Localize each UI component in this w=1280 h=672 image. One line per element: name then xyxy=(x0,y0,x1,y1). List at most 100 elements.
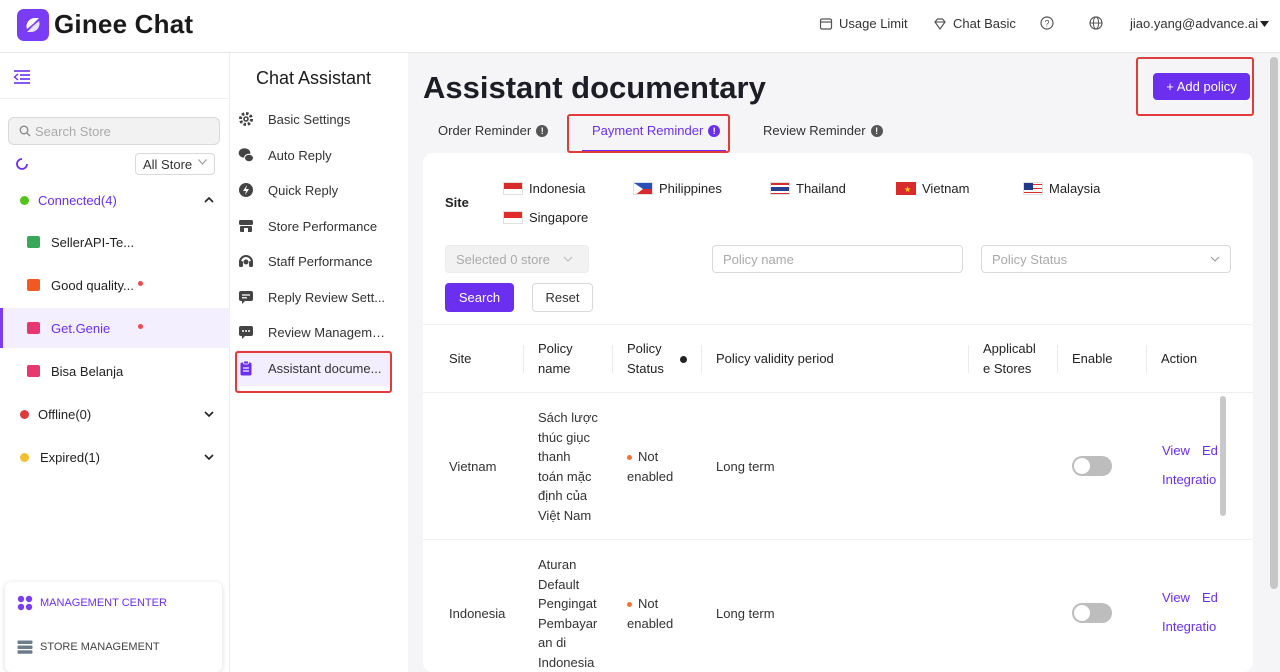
plan-link[interactable]: Chat Basic xyxy=(933,16,1016,31)
expired-status-dot xyxy=(20,452,29,462)
policy-name-line: Pengingat xyxy=(538,596,597,612)
user-menu[interactable]: jiao.yang@advance.ai xyxy=(1130,16,1270,31)
group-connected[interactable]: Connected(4) xyxy=(0,185,230,215)
menu-item-assistant-documentary[interactable]: Assistant docume... xyxy=(236,350,391,386)
edit-link[interactable]: Ed xyxy=(1202,590,1218,605)
menu-item-quick-reply[interactable]: Quick Reply xyxy=(236,172,391,208)
usage-limit-link[interactable]: Usage Limit xyxy=(819,16,908,31)
search-store-input[interactable]: Search Store xyxy=(8,117,220,145)
policy-name-line: định của xyxy=(538,488,588,504)
chat-bubbles-icon xyxy=(238,148,254,163)
header-line: Policy xyxy=(627,341,662,356)
site-filter-label: Site xyxy=(445,195,469,210)
unread-dot xyxy=(138,324,143,329)
table-scrollbar[interactable] xyxy=(1220,396,1226,516)
store-stack-icon xyxy=(17,640,33,654)
main-content: Assistant documentary + Add policy Order… xyxy=(408,53,1280,672)
store-item-active[interactable]: Get.Genie xyxy=(0,308,230,348)
site-option-singapore[interactable]: Singapore xyxy=(503,210,588,225)
page-title: Assistant documentary xyxy=(423,70,766,105)
menu-item-label: Store Performance xyxy=(268,218,378,234)
add-policy-button[interactable]: + Add policy xyxy=(1153,73,1250,100)
store-management-link[interactable]: STORE MANAGEMENT xyxy=(17,640,160,654)
chevron-down-icon xyxy=(563,256,573,262)
search-button[interactable]: Search xyxy=(445,283,514,312)
management-center-link[interactable]: MANAGEMENT CENTER xyxy=(17,595,167,611)
site-option-indonesia[interactable]: Indonesia xyxy=(503,181,585,196)
tab-review-reminder[interactable]: Review Reminder ! xyxy=(763,123,883,138)
site-option-label: Malaysia xyxy=(1049,181,1101,196)
store-platform-icon xyxy=(27,279,40,291)
cell-validity: Long term xyxy=(716,606,775,621)
site-option-label: Vietnam xyxy=(922,181,970,196)
menu-item-store-performance[interactable]: Store Performance xyxy=(236,208,391,244)
site-option-thailand[interactable]: Thailand xyxy=(770,181,846,196)
tab-label: Review Reminder xyxy=(763,123,866,138)
enable-toggle[interactable] xyxy=(1072,603,1112,623)
menu-item-basic-settings[interactable]: Basic Settings xyxy=(236,101,391,137)
group-offline[interactable]: Offline(0) xyxy=(0,399,230,429)
page-scrollbar[interactable] xyxy=(1270,57,1278,589)
store-filter-select[interactable]: All Store xyxy=(135,153,215,175)
table-row: Indonesia Aturan Default Pengingat Pemba… xyxy=(423,540,1253,672)
policy-name-line: Sách lược xyxy=(538,410,598,425)
active-tab-indicator xyxy=(582,150,726,152)
column-header-applicable-stores: Applicabl e Stores xyxy=(983,339,1036,379)
clipboard-icon xyxy=(240,360,252,376)
policy-name-input[interactable]: Policy name xyxy=(712,245,963,273)
language-button[interactable] xyxy=(1089,16,1103,30)
collapse-sidebar-button[interactable] xyxy=(13,70,31,89)
column-divider xyxy=(1146,345,1147,373)
site-option-label: Singapore xyxy=(529,210,589,225)
header-line: e Stores xyxy=(983,361,1032,376)
online-status-dot xyxy=(20,195,29,205)
lightning-chat-icon xyxy=(239,183,253,197)
store-item[interactable]: Bisa Belanja xyxy=(0,351,230,391)
site-option-label: Thailand xyxy=(796,181,846,196)
unread-dot xyxy=(138,281,143,286)
menu-item-label: Review Management xyxy=(268,324,388,340)
store-icon xyxy=(239,220,253,232)
menu-item-review-management[interactable]: Review Management xyxy=(236,314,391,350)
store-item[interactable]: SellerAPI-Te... xyxy=(0,222,230,262)
enable-toggle[interactable] xyxy=(1072,456,1112,476)
store-name: SellerAPI-Te... xyxy=(51,234,135,250)
menu-item-auto-reply[interactable]: Auto Reply xyxy=(236,137,391,173)
header-line: Status xyxy=(627,361,664,376)
menu-item-label: Basic Settings xyxy=(268,111,351,127)
tab-payment-reminder[interactable]: Payment Reminder ! xyxy=(592,123,721,138)
site-option-malaysia[interactable]: Malaysia xyxy=(1023,181,1100,196)
integration-link[interactable]: Integratio xyxy=(1162,619,1216,634)
reset-button[interactable]: Reset xyxy=(532,283,593,312)
policy-name-line: Indonesia xyxy=(538,654,595,670)
table-header: Site Policy name Policy Status Policy va… xyxy=(423,324,1253,393)
store-select[interactable]: Selected 0 store xyxy=(445,245,589,273)
site-option-philippines[interactable]: Philippines xyxy=(633,181,722,196)
menu-item-staff-performance[interactable]: Staff Performance xyxy=(236,243,391,279)
site-option-vietnam[interactable]: ★ Vietnam xyxy=(896,181,969,196)
group-expired[interactable]: Expired(1) xyxy=(0,442,230,472)
store-name: Bisa Belanja xyxy=(51,363,124,379)
store-item[interactable]: Good quality... xyxy=(0,265,230,305)
group-expired-label: Expired(1) xyxy=(40,449,100,465)
site-option-label: Indonesia xyxy=(529,181,586,196)
info-icon[interactable] xyxy=(680,356,687,363)
edit-link[interactable]: Ed xyxy=(1202,443,1218,458)
help-button[interactable]: ? xyxy=(1040,16,1054,30)
policy-status-select[interactable]: Policy Status xyxy=(981,245,1231,273)
menu-item-label: Quick Reply xyxy=(268,182,339,198)
divider xyxy=(0,98,230,99)
menu-item-reply-review-settings[interactable]: Reply Review Sett... xyxy=(236,279,391,315)
view-link[interactable]: View xyxy=(1162,590,1190,605)
integration-link[interactable]: Integratio xyxy=(1162,472,1216,487)
svg-text:?: ? xyxy=(1044,19,1049,29)
tab-order-reminder[interactable]: Order Reminder ! xyxy=(438,123,549,138)
policy-name-line: toán mặc xyxy=(538,468,592,484)
refresh-button[interactable] xyxy=(14,156,30,177)
plan-label: Chat Basic xyxy=(953,16,1016,31)
view-link[interactable]: View xyxy=(1162,443,1190,458)
column-header-site: Site xyxy=(449,351,472,366)
bottom-nav-panel: MANAGEMENT CENTER STORE MANAGEMENT xyxy=(5,582,222,672)
info-icon: ! xyxy=(708,124,721,137)
review-reply-icon xyxy=(239,291,253,304)
